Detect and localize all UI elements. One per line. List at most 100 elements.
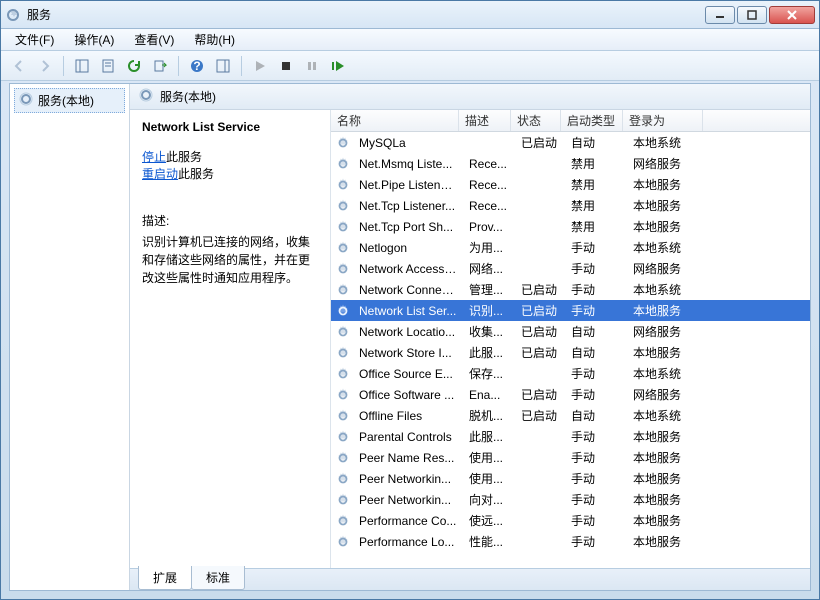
table-row[interactable]: Performance Co...使远...手动本地服务 — [331, 510, 810, 531]
service-list: 名称 描述 状态 启动类型 登录为 MySQLa已启动自动本地系统Net.Msm… — [330, 110, 810, 568]
cell-login: 网络服务 — [627, 260, 707, 277]
menu-action[interactable]: 操作(A) — [66, 29, 122, 50]
tab-extended[interactable]: 扩展 — [138, 566, 192, 590]
export-list-button[interactable] — [148, 54, 172, 78]
restart-service-link[interactable]: 重启动 — [142, 167, 178, 181]
cell-name: Parental Controls — [353, 430, 463, 444]
cell-login: 本地服务 — [627, 533, 707, 550]
table-row[interactable]: Peer Networkin...使用...手动本地服务 — [331, 468, 810, 489]
table-row[interactable]: Netlogon为用...手动本地系统 — [331, 237, 810, 258]
table-row[interactable]: Network Store I...此服...已启动自动本地服务 — [331, 342, 810, 363]
cell-login: 本地服务 — [627, 218, 707, 235]
gear-icon — [335, 240, 353, 256]
table-row[interactable]: Office Source E...保存...手动本地系统 — [331, 363, 810, 384]
cell-name: Net.Tcp Port Sh... — [353, 220, 463, 234]
table-row[interactable]: Parental Controls此服...手动本地服务 — [331, 426, 810, 447]
table-row[interactable]: Net.Tcp Port Sh...Prov...禁用本地服务 — [331, 216, 810, 237]
table-row[interactable]: Network List Ser...识别...已启动手动本地服务 — [331, 300, 810, 321]
cell-start: 禁用 — [565, 218, 627, 235]
gear-icon — [335, 492, 353, 508]
table-row[interactable]: Network Locatio...收集...已启动自动网络服务 — [331, 321, 810, 342]
menu-view[interactable]: 查看(V) — [126, 29, 182, 50]
table-row[interactable]: Network Connec...管理...已启动手动本地系统 — [331, 279, 810, 300]
service-rows[interactable]: MySQLa已启动自动本地系统Net.Msmq Liste...Rece...禁… — [331, 132, 810, 568]
tree-pane: 服务(本地) — [10, 84, 130, 590]
close-button[interactable] — [769, 6, 815, 24]
column-headers: 名称 描述 状态 启动类型 登录为 — [331, 110, 810, 132]
cell-name: Office Source E... — [353, 367, 463, 381]
cell-start: 自动 — [565, 323, 627, 340]
titlebar[interactable]: 服务 — [1, 1, 819, 29]
col-start[interactable]: 启动类型 — [561, 110, 623, 131]
cell-desc: 使用... — [463, 470, 515, 487]
back-button[interactable] — [7, 54, 31, 78]
table-row[interactable]: Net.Pipe Listene...Rece...禁用本地服务 — [331, 174, 810, 195]
gear-icon — [335, 324, 353, 340]
cell-login: 网络服务 — [627, 323, 707, 340]
table-row[interactable]: Offline Files脱机...已启动自动本地系统 — [331, 405, 810, 426]
col-desc[interactable]: 描述 — [459, 110, 511, 131]
tree-root-item[interactable]: 服务(本地) — [14, 88, 125, 113]
cell-status: 已启动 — [515, 323, 565, 340]
show-hide-tree-button[interactable] — [70, 54, 94, 78]
tab-standard[interactable]: 标准 — [191, 566, 245, 590]
cell-name: Network Access ... — [353, 262, 463, 276]
cell-login: 本地系统 — [627, 134, 707, 151]
cell-name: Performance Co... — [353, 514, 463, 528]
gear-icon — [335, 177, 353, 193]
restart-service-button[interactable] — [326, 54, 350, 78]
services-window: 服务 文件(F) 操作(A) 查看(V) 帮助(H) ? — [0, 0, 820, 600]
cell-status: 已启动 — [515, 134, 565, 151]
cell-login: 网络服务 — [627, 155, 707, 172]
table-row[interactable]: Performance Lo...性能...手动本地服务 — [331, 531, 810, 552]
table-row[interactable]: Peer Networkin...向对...手动本地服务 — [331, 489, 810, 510]
properties-button[interactable] — [96, 54, 120, 78]
table-row[interactable]: Net.Tcp Listener...Rece...禁用本地服务 — [331, 195, 810, 216]
cell-login: 本地系统 — [627, 281, 707, 298]
cell-status: 已启动 — [515, 281, 565, 298]
maximize-button[interactable] — [737, 6, 767, 24]
gear-icon — [335, 387, 353, 403]
cell-status: 已启动 — [515, 386, 565, 403]
stop-service-button[interactable] — [274, 54, 298, 78]
cell-start: 自动 — [565, 344, 627, 361]
forward-button[interactable] — [33, 54, 57, 78]
pane-header: 服务(本地) — [130, 84, 810, 110]
gear-icon — [335, 408, 353, 424]
col-status[interactable]: 状态 — [511, 110, 561, 131]
table-row[interactable]: Office Software ...Ena...已启动手动网络服务 — [331, 384, 810, 405]
cell-login: 本地服务 — [627, 449, 707, 466]
cell-login: 本地服务 — [627, 197, 707, 214]
help-button[interactable]: ? — [185, 54, 209, 78]
show-hide-action-button[interactable] — [211, 54, 235, 78]
cell-desc: 收集... — [463, 323, 515, 340]
services-icon — [138, 87, 154, 106]
cell-name: Network Store I... — [353, 346, 463, 360]
cell-name: Offline Files — [353, 409, 463, 423]
gear-icon — [335, 534, 353, 550]
cell-desc: 保存... — [463, 365, 515, 382]
cell-start: 手动 — [565, 428, 627, 445]
stop-service-link[interactable]: 停止 — [142, 150, 166, 164]
description-label: 描述: — [142, 212, 318, 229]
start-service-button[interactable] — [248, 54, 272, 78]
col-login[interactable]: 登录为 — [623, 110, 703, 131]
table-row[interactable]: Net.Msmq Liste...Rece...禁用网络服务 — [331, 153, 810, 174]
cell-desc: 识别... — [463, 302, 515, 319]
cell-name: Peer Name Res... — [353, 451, 463, 465]
table-row[interactable]: MySQLa已启动自动本地系统 — [331, 132, 810, 153]
table-row[interactable]: Network Access ...网络...手动网络服务 — [331, 258, 810, 279]
cell-login: 本地服务 — [627, 428, 707, 445]
menu-file[interactable]: 文件(F) — [7, 29, 62, 50]
content-area: 服务(本地) 服务(本地) Network List Service 停止此服务… — [9, 83, 811, 591]
table-row[interactable]: Peer Name Res...使用...手动本地服务 — [331, 447, 810, 468]
refresh-button[interactable] — [122, 54, 146, 78]
toolbar-separator — [178, 56, 179, 76]
col-name[interactable]: 名称 — [331, 110, 459, 131]
pause-service-button[interactable] — [300, 54, 324, 78]
menu-help[interactable]: 帮助(H) — [186, 29, 243, 50]
cell-name: MySQLa — [353, 136, 463, 150]
minimize-button[interactable] — [705, 6, 735, 24]
toolbar: ? — [1, 51, 819, 81]
gear-icon — [335, 156, 353, 172]
